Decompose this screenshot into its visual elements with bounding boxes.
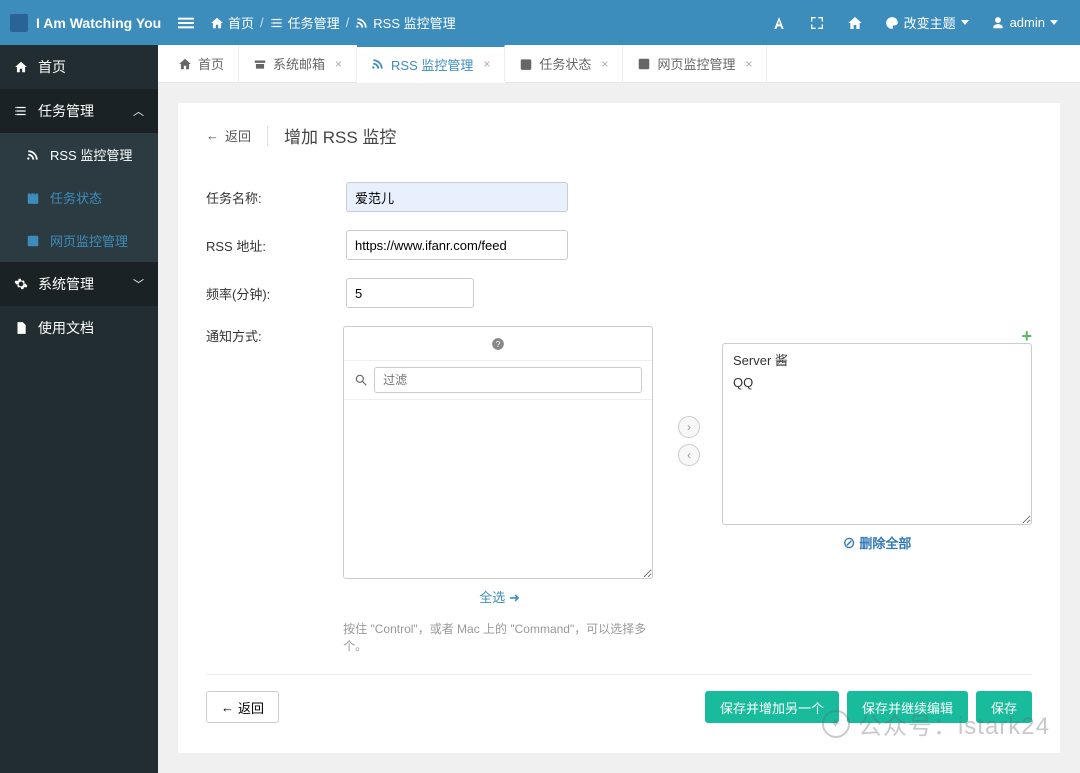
move-right-button[interactable]: › — [678, 416, 700, 438]
rss-input[interactable] — [346, 230, 568, 260]
arrow-right-icon: ➜ — [509, 590, 520, 605]
user-dropdown[interactable]: admin — [991, 15, 1058, 30]
remove-all-link[interactable]: ⊘ 删除全部 — [843, 536, 912, 551]
tab-home[interactable]: 首页 — [164, 45, 239, 82]
selected-select-box: Server 酱 QQ — [722, 343, 1032, 525]
back-button-label: 返回 — [238, 698, 264, 717]
back-link[interactable]: ← 返回 — [206, 126, 251, 145]
close-icon[interactable]: × — [601, 57, 608, 71]
selected-item[interactable]: QQ — [733, 372, 1021, 394]
hint-text: 按住 "Control"，或者 Mac 上的 "Command"，可以选择多个。 — [343, 620, 656, 654]
tab-home-label: 首页 — [198, 54, 224, 73]
sidebar-item-rss[interactable]: RSS 监控管理 — [0, 133, 158, 176]
notify-label: 通知方式: — [206, 326, 343, 345]
tab-mailbox[interactable]: 系统邮箱 × — [239, 45, 357, 82]
close-icon[interactable]: × — [335, 57, 342, 71]
available-list[interactable] — [344, 400, 652, 578]
save-add-button[interactable]: 保存并增加另一个 — [705, 691, 839, 723]
name-label: 任务名称: — [206, 188, 346, 207]
freq-input[interactable] — [346, 278, 474, 308]
breadcrumb-rss[interactable]: RSS 监控管理 — [355, 13, 455, 32]
caret-down-icon — [961, 20, 969, 25]
selected-list[interactable]: Server 酱 QQ — [723, 344, 1031, 524]
rss-label: RSS 地址: — [206, 236, 346, 255]
available-select-box: ? — [343, 326, 653, 579]
sidebar-rss-label: RSS 监控管理 — [50, 145, 132, 164]
breadcrumb-task-label: 任务管理 — [288, 13, 340, 32]
page-title: 增加 RSS 监控 — [284, 123, 396, 148]
filter-input[interactable] — [374, 367, 642, 393]
chevron-down-icon: ﹀ — [133, 276, 144, 292]
selected-item[interactable]: Server 酱 — [733, 350, 1021, 372]
theme-dropdown[interactable]: 改变主题 — [885, 13, 969, 32]
logo-icon — [10, 14, 28, 32]
sidebar-task-label: 任务管理 — [38, 101, 94, 121]
svg-text:?: ? — [496, 339, 501, 348]
help-icon[interactable]: ? — [344, 327, 652, 361]
back-button[interactable]: ← 返回 — [206, 691, 279, 723]
arrow-left-icon: ← — [206, 128, 219, 143]
sidebar-item-system[interactable]: 系统管理 ﹀ — [0, 262, 158, 306]
caret-down-icon — [1050, 20, 1058, 25]
sidebar-item-status[interactable]: 任务状态 — [0, 176, 158, 219]
font-icon[interactable] — [771, 15, 787, 31]
close-icon[interactable]: × — [483, 57, 490, 71]
menu-toggle-icon[interactable] — [178, 15, 194, 31]
sidebar-system-label: 系统管理 — [38, 274, 94, 294]
tab-status-label: 任务状态 — [539, 54, 591, 73]
remove-icon: ⊘ — [843, 536, 856, 551]
chevron-up-icon: ︿ — [133, 103, 144, 119]
tab-status[interactable]: 任务状态 × — [505, 45, 623, 82]
sidebar-item-home[interactable]: 首页 — [0, 45, 158, 89]
fullscreen-icon[interactable] — [809, 15, 825, 31]
home-icon-top[interactable] — [847, 15, 863, 31]
sidebar-status-label: 任务状态 — [50, 188, 102, 207]
breadcrumb-rss-label: RSS 监控管理 — [373, 13, 455, 32]
breadcrumb-home-label: 首页 — [228, 13, 254, 32]
arrow-left-icon: ← — [221, 700, 234, 715]
back-label: 返回 — [225, 126, 251, 145]
save-button[interactable]: 保存 — [976, 691, 1032, 723]
sidebar-item-task[interactable]: 任务管理 ︿ — [0, 89, 158, 133]
remove-all-label: 删除全部 — [859, 536, 911, 551]
search-icon — [354, 373, 368, 387]
tab-web[interactable]: 网页监控管理 × — [623, 45, 767, 82]
tab-web-label: 网页监控管理 — [657, 54, 735, 73]
breadcrumb-home[interactable]: 首页 — [210, 13, 254, 32]
move-left-button[interactable]: ‹ — [678, 444, 700, 466]
sidebar-docs-label: 使用文档 — [38, 318, 94, 338]
name-input[interactable] — [346, 182, 568, 212]
divider — [267, 126, 268, 146]
save-continue-button[interactable]: 保存并继续编辑 — [847, 691, 968, 723]
breadcrumb-task[interactable]: 任务管理 — [270, 13, 340, 32]
theme-label: 改变主题 — [904, 13, 956, 32]
breadcrumb: 首页 / 任务管理 / RSS 监控管理 — [210, 13, 456, 32]
sidebar-web-label: 网页监控管理 — [50, 231, 128, 250]
tab-rss[interactable]: RSS 监控管理 × — [357, 45, 505, 83]
select-all-link[interactable]: 全选 ➜ — [479, 590, 520, 605]
sidebar-home-label: 首页 — [38, 57, 66, 77]
freq-label: 频率(分钟): — [206, 284, 346, 303]
user-label: admin — [1010, 15, 1045, 30]
tab-mailbox-label: 系统邮箱 — [273, 54, 325, 73]
brand-logo[interactable]: I Am Watching You — [0, 0, 164, 45]
close-icon[interactable]: × — [745, 57, 752, 71]
sidebar-item-web[interactable]: 网页监控管理 — [0, 219, 158, 262]
brand-text: I Am Watching You — [36, 15, 161, 31]
sidebar-item-docs[interactable]: 使用文档 — [0, 306, 158, 350]
tab-rss-label: RSS 监控管理 — [391, 55, 473, 74]
